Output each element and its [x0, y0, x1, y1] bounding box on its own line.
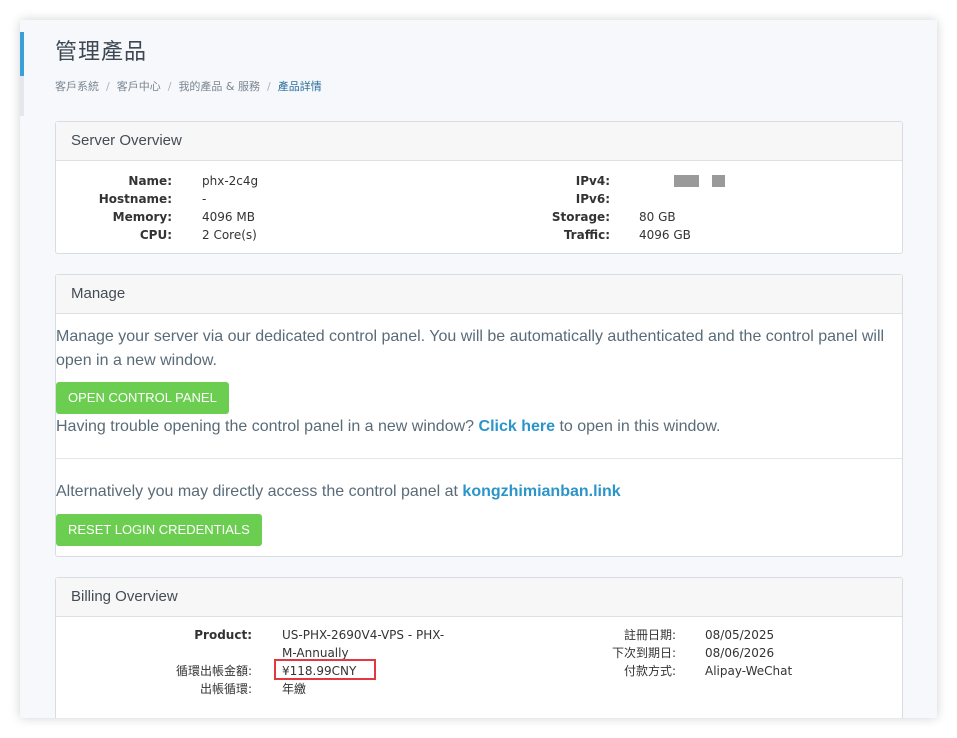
breadcrumb-separator: / — [167, 80, 172, 93]
billing-overview-panel: Billing Overview Product: US-PHX-2690V4-… — [55, 577, 903, 718]
breadcrumb-separator: / — [106, 80, 110, 93]
reset-login-credentials-button[interactable]: RESET LOGIN CREDENTIALS — [56, 514, 262, 546]
payment-method-label: 付款方式: — [623, 664, 676, 678]
manage-intro-text: Manage your server via our dedicated con… — [56, 328, 885, 369]
next-due-date-label: 下次到期日: — [611, 646, 676, 660]
billing-cycle-label: 出帳循環: — [199, 682, 252, 696]
server-overview-heading: Server Overview — [56, 122, 902, 161]
traffic-label: Traffic: — [563, 228, 610, 242]
next-due-date-value: 08/06/2026 — [705, 646, 775, 660]
storage-label: Storage: — [551, 210, 610, 224]
manage-divider — [56, 458, 902, 459]
storage-value: 80 GB — [639, 210, 676, 224]
cpu-label: CPU: — [139, 228, 172, 242]
product-value-line1: US-PHX-2690V4-VPS - PHX- — [282, 628, 445, 642]
billing-overview-heading: Billing Overview — [56, 578, 902, 617]
click-here-link[interactable]: Click here — [479, 418, 555, 435]
name-value: phx-2c4g — [202, 174, 259, 188]
breadcrumb-item-client-system[interactable]: 客戶系統 — [55, 80, 99, 93]
trouble-text: Having trouble opening the control panel… — [56, 415, 902, 439]
server-overview-details: Name: phx-2c4g Hostname: - Memory: 4096 … — [56, 172, 902, 252]
alt-access-text: Alternatively you may directly access th… — [56, 480, 902, 504]
amount-highlight-box — [274, 659, 376, 680]
main-content-card: 管理產品 客戶系統 / 客戶中心 / 我的產品 & 服務 / 產品詳情 Server Ove… — [20, 20, 937, 718]
manage-heading: Manage — [56, 275, 902, 314]
traffic-value: 4096 GB — [639, 228, 691, 242]
control-panel-domain-link[interactable]: kongzhimianban.link — [462, 483, 620, 500]
hostname-label: Hostname: — [98, 192, 172, 206]
ipv4-label: IPv4: — [575, 174, 610, 188]
memory-value: 4096 MB — [202, 210, 255, 224]
open-control-panel-button[interactable]: OPEN CONTROL PANEL — [56, 382, 229, 414]
trouble-prefix: Having trouble opening the control panel… — [56, 418, 475, 435]
registration-date-label: 註冊日期: — [623, 628, 676, 642]
breadcrumb-item-product-details: 產品詳情 — [277, 80, 322, 93]
page-title: 管理產品 — [55, 40, 148, 65]
breadcrumb: 客戶系統 / 客戶中心 / 我的產品 & 服務 / 產品詳情 — [55, 78, 322, 94]
manage-panel: Manage Manage your server via our dedica… — [55, 274, 903, 557]
ipv4-redacted-block — [712, 175, 725, 187]
server-overview-panel: Server Overview Name: phx-2c4g Hostname:… — [55, 121, 903, 254]
billing-cycle-value: 年繳 — [282, 682, 307, 696]
cpu-value: 2 Core(s) — [202, 228, 257, 242]
breadcrumb-separator: / — [267, 80, 271, 93]
trouble-suffix: to open in this window. — [559, 418, 721, 435]
recurring-amount-label: 循環出帳金額: — [175, 664, 252, 678]
sidebar-accent-track — [20, 76, 24, 116]
breadcrumb-item-my-products[interactable]: 我的產品 & 服務 — [178, 80, 260, 93]
registration-date-value: 08/05/2025 — [705, 628, 775, 642]
ipv4-redacted-block — [674, 175, 699, 187]
memory-label: Memory: — [112, 210, 172, 224]
ipv6-label: IPv6: — [575, 192, 610, 206]
sidebar-accent-bar — [20, 32, 24, 76]
product-label: Product: — [194, 628, 252, 642]
name-label: Name: — [128, 174, 172, 188]
alt-access-prefix: Alternatively you may directly access th… — [56, 483, 458, 500]
billing-details: Product: US-PHX-2690V4-VPS - PHX- M-Annu… — [56, 626, 902, 718]
hostname-value: - — [202, 192, 207, 206]
payment-method-value: Alipay-WeChat — [705, 664, 793, 678]
breadcrumb-item-client-center[interactable]: 客戶中心 — [117, 80, 161, 93]
